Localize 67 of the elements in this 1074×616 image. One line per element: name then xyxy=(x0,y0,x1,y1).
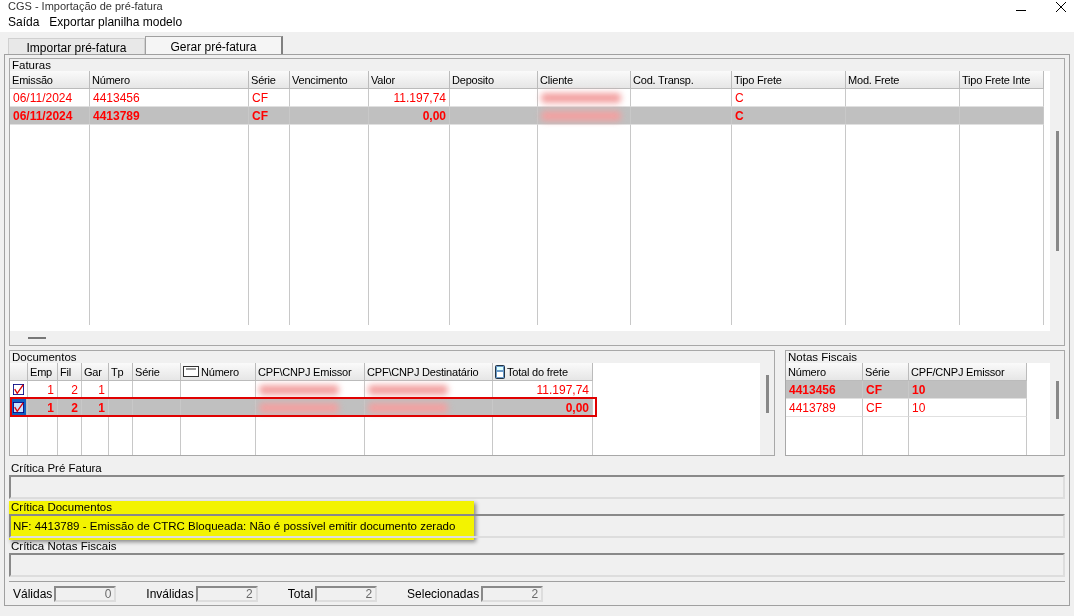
group-label: Notas Fiscais xyxy=(787,351,859,363)
table-cell: 4413456 xyxy=(786,381,863,399)
column-header[interactable]: Número xyxy=(786,363,863,381)
group-label: Documentos xyxy=(11,351,78,363)
column-header[interactable]: Mod. Frete xyxy=(846,71,960,89)
column-header[interactable]: Número xyxy=(90,71,249,89)
field-label: Inválidas xyxy=(146,587,194,601)
message-field[interactable] xyxy=(9,475,1065,499)
table-cell: 0,00 xyxy=(369,107,450,125)
field-label: Válidas xyxy=(13,587,53,601)
column-header[interactable]: Número xyxy=(181,363,256,381)
field-label: Crítica Notas Fiscais xyxy=(10,540,118,553)
table-cell: CF xyxy=(863,381,909,399)
column-header[interactable]: Série xyxy=(133,363,181,381)
count-field: 2 xyxy=(315,586,378,602)
calculator-icon xyxy=(495,364,505,379)
column-header[interactable]: CPF\CNPJ Emissor xyxy=(256,363,365,381)
count-field: 0 xyxy=(54,586,117,602)
table-cell: 10 xyxy=(909,399,1027,417)
column-header[interactable]: Cliente xyxy=(538,71,631,89)
window-title: CGS - Importação de pré-fatura xyxy=(8,0,163,12)
column-header[interactable]: Valor xyxy=(369,71,450,89)
column-header[interactable]: Tipo Frete Inte xyxy=(960,71,1044,89)
table-cell: 10 xyxy=(909,381,1027,399)
field-label: Crítica Documentos xyxy=(10,501,113,514)
column-header[interactable]: Vencimento xyxy=(290,71,369,89)
message-field[interactable] xyxy=(9,553,1065,577)
menu-item[interactable]: Saída xyxy=(4,13,44,31)
column-header[interactable]: Tp xyxy=(109,363,133,381)
column-header[interactable]: Gar xyxy=(82,363,109,381)
checkbox[interactable] xyxy=(13,401,24,414)
column-header[interactable]: Emp xyxy=(28,363,58,381)
column-header[interactable]: Série xyxy=(863,363,909,381)
field-label: Selecionadas xyxy=(407,587,480,601)
card-icon xyxy=(183,366,199,377)
column-header[interactable]: CPF/CNPJ Emissor xyxy=(909,363,1027,381)
table-cell: 06/11/2024 xyxy=(10,89,90,107)
table-cell: CF xyxy=(249,89,290,107)
message-field[interactable]: NF: 4413789 - Emissão de CTRC Bloqueada: Não é possível emitir documento zerado xyxy=(9,514,1065,538)
tab[interactable]: Importar pré-fatura xyxy=(8,38,145,54)
minimize-icon[interactable] xyxy=(1016,10,1026,12)
checkbox[interactable] xyxy=(13,383,24,396)
column-header[interactable]: Fil xyxy=(58,363,82,381)
table-cell: CF xyxy=(249,107,290,125)
count-field: 2 xyxy=(481,586,544,602)
column-header[interactable]: Total do frete xyxy=(493,363,593,381)
table-cell: C xyxy=(732,107,846,125)
table-cell: C xyxy=(732,89,846,107)
table-cell: CF xyxy=(863,399,909,417)
table-cell: 06/11/2024 xyxy=(10,107,90,125)
count-field: 2 xyxy=(195,586,258,602)
column-header[interactable]: CPF\CNPJ Destinatário xyxy=(365,363,493,381)
table-cell: 11.197,74 xyxy=(369,89,450,107)
tab[interactable]: Gerar pré-fatura xyxy=(145,36,283,54)
table-cell: 4413789 xyxy=(90,107,249,125)
column-header[interactable]: Cod. Transp. xyxy=(631,71,732,89)
table-cell: 4413456 xyxy=(90,89,249,107)
table-cell: 4413789 xyxy=(786,399,863,417)
column-header[interactable]: Emissão xyxy=(10,71,90,89)
field-label: Total xyxy=(287,587,314,601)
menu-item[interactable]: Exportar planilha modelo xyxy=(45,13,187,31)
field-label: Crítica Pré Fatura xyxy=(10,462,103,475)
close-icon[interactable] xyxy=(1056,2,1066,12)
group-label: Faturas xyxy=(11,59,52,71)
column-header[interactable]: Tipo Frete xyxy=(732,71,846,89)
column-header[interactable]: Série xyxy=(249,71,290,89)
column-header[interactable]: Deposito xyxy=(450,71,538,89)
